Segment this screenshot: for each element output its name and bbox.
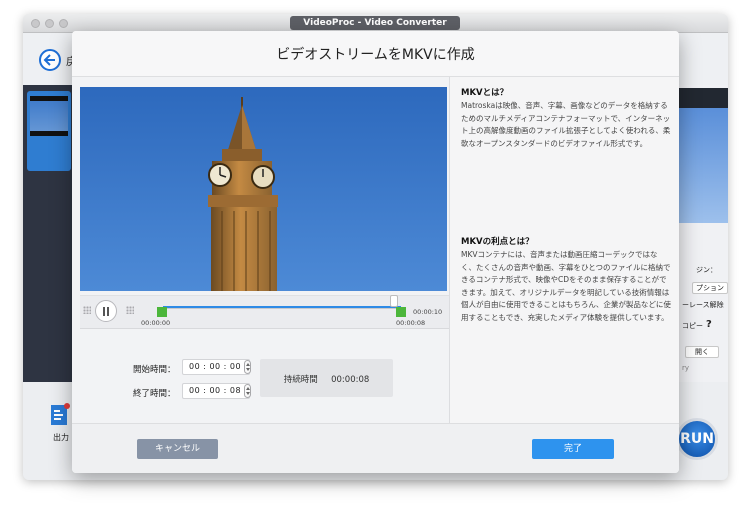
pause-button[interactable] [95, 300, 117, 322]
done-button[interactable]: 完了 [532, 439, 614, 459]
mkv-dialog: ビデオストリームをMKVに作成 00:00:00 00:00:08 00:00:… [72, 31, 679, 473]
info-heading-what: MKVとは？ [461, 88, 509, 98]
duration-text: 持続時間 00:00:08 [260, 373, 393, 385]
track-background [163, 308, 401, 309]
timeline-start-time: 00:00:00 [141, 319, 171, 327]
end-time-label: 終了時間： [133, 389, 176, 399]
grip-right-icon [126, 306, 134, 314]
dialog-header: ビデオストリームをMKVに作成 [72, 31, 679, 77]
duration-display: 持続時間 00:00:08 [260, 359, 393, 397]
info-body-what: Matroskaは映像、音声、字幕、画像などのデータを格納するためのマルチメディ… [461, 101, 671, 148]
trim-range-bar [163, 306, 401, 308]
trim-start-handle[interactable] [157, 307, 167, 317]
dialog-footer: キャンセル 完了 [72, 423, 679, 473]
start-time-label: 開始時間： [133, 365, 176, 375]
info-pane: MKVとは？ Matroskaは映像、音声、字幕、画像などのデータを格納するため… [450, 77, 679, 423]
cancel-button[interactable]: キャンセル [137, 439, 218, 459]
trim-timeline: 00:00:00 00:00:08 00:00:10 [80, 295, 449, 329]
trim-end-handle[interactable] [396, 307, 406, 317]
modal-overlay: ビデオストリームをMKVに作成 00:00:00 00:00:08 00:00:… [0, 0, 750, 509]
info-body-benefits: MKVコンテナには、音声または動画圧縮コーデックではなく、たくさんの音声や動画、… [461, 250, 671, 322]
start-time-field[interactable]: 00 : 00 : 00 [182, 359, 250, 375]
duration-value: 00:00:08 [331, 375, 370, 385]
playhead-handle[interactable] [390, 295, 398, 307]
clock-tower-image [80, 87, 447, 291]
end-time-field[interactable]: 00 : 00 : 08 [182, 383, 250, 399]
start-time-stepper[interactable] [244, 360, 251, 374]
duration-label: 持続時間 [283, 375, 318, 385]
end-time-stepper[interactable] [244, 384, 251, 398]
grip-left-icon [83, 306, 91, 314]
dialog-title: ビデオストリームをMKVに作成 [276, 47, 475, 63]
timeline-total-time: 00:00:10 [413, 308, 443, 316]
timeline-end-time: 00:00:08 [396, 319, 426, 327]
video-preview [80, 87, 447, 291]
info-heading-benefits: MKVの利点とは？ [461, 237, 534, 247]
